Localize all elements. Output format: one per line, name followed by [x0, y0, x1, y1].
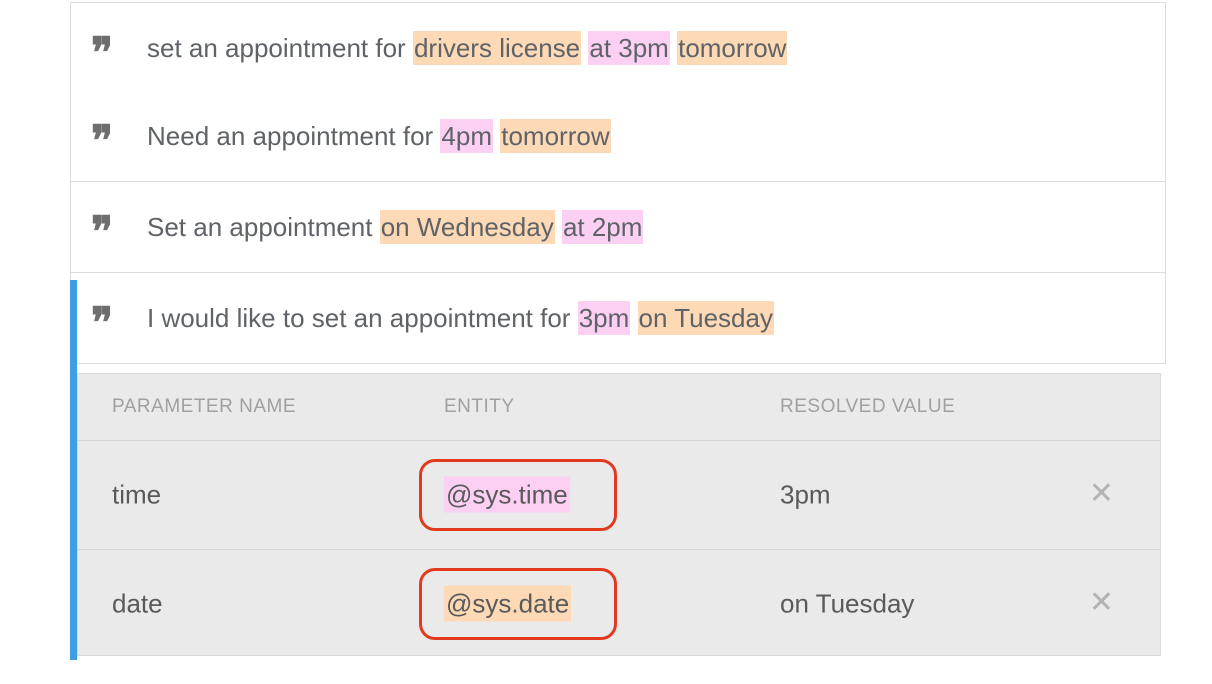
quote-icon: ❞ — [91, 31, 110, 62]
column-header-parameter-name: PARAMETER NAME — [112, 396, 297, 417]
phrase-segment: Need an appointment for — [147, 120, 441, 151]
training-phrase-selected[interactable]: ❞ I would like to set an appointment for… — [70, 273, 1166, 364]
phrase-segment: Set an appointment — [147, 211, 380, 242]
annotated-entity-span[interactable]: tomorrow — [500, 118, 611, 153]
quote-icon: ❞ — [91, 210, 110, 241]
annotation-ring — [419, 568, 617, 640]
phrase-segment — [670, 33, 677, 63]
phrase-text[interactable]: Need an appointment for 4pm tomorrow — [147, 118, 611, 153]
close-icon[interactable]: ✕ — [1089, 476, 1114, 511]
training-phrase[interactable]: ❞ set an appointment for drivers license… — [70, 2, 1166, 94]
selected-phrase-indicator — [70, 280, 77, 660]
annotated-entity-span[interactable]: on Tuesday — [637, 300, 774, 335]
annotated-entity-span[interactable]: 3pm — [577, 300, 631, 335]
column-header-entity: ENTITY — [444, 396, 515, 417]
phrase-text[interactable]: Set an appointment on Wednesday at 2pm — [147, 209, 644, 244]
training-phrase[interactable]: ❞ Set an appointment on Wednesday at 2pm — [70, 182, 1166, 273]
training-phrase[interactable]: ❞ Need an appointment for 4pm tomorrow — [70, 91, 1166, 182]
annotated-entity-span[interactable]: on Wednesday — [379, 209, 555, 244]
column-header-resolved-value: RESOLVED VALUE — [780, 396, 956, 417]
parameter-row: time @sys.time 3pm ✕ — [78, 441, 1160, 550]
annotated-entity-span[interactable]: 4pm — [440, 118, 493, 153]
close-icon[interactable]: ✕ — [1089, 585, 1114, 620]
parameter-name[interactable]: date — [112, 589, 163, 620]
phrase-segment: I would like to set an appointment for — [147, 302, 578, 333]
parameter-name[interactable]: time — [112, 480, 161, 511]
phrase-text[interactable]: I would like to set an appointment for 3… — [147, 300, 774, 335]
phrase-segment — [630, 303, 637, 333]
annotated-entity-span[interactable]: tomorrow — [677, 30, 788, 65]
annotation-ring — [419, 459, 617, 531]
annotated-entity-span[interactable]: at 2pm — [561, 209, 644, 244]
annotated-entity-span[interactable]: drivers license — [412, 30, 582, 65]
annotated-entity-span[interactable]: at 3pm — [588, 30, 670, 65]
parameter-table-header: PARAMETER NAME ENTITY RESOLVED VALUE — [78, 374, 1160, 441]
parameter-resolved-value[interactable]: 3pm — [780, 480, 831, 511]
parameter-row: date @sys.date on Tuesday ✕ — [78, 550, 1160, 658]
training-phrase-list: ❞ set an appointment for drivers license… — [70, 0, 1166, 364]
parameter-table: PARAMETER NAME ENTITY RESOLVED VALUE tim… — [77, 373, 1161, 656]
phrase-segment — [555, 212, 562, 242]
quote-icon: ❞ — [91, 119, 110, 150]
quote-icon: ❞ — [91, 301, 110, 332]
phrase-segment: set an appointment for — [147, 32, 413, 63]
parameter-resolved-value[interactable]: on Tuesday — [780, 589, 914, 620]
phrase-text[interactable]: set an appointment for drivers license a… — [147, 30, 788, 65]
